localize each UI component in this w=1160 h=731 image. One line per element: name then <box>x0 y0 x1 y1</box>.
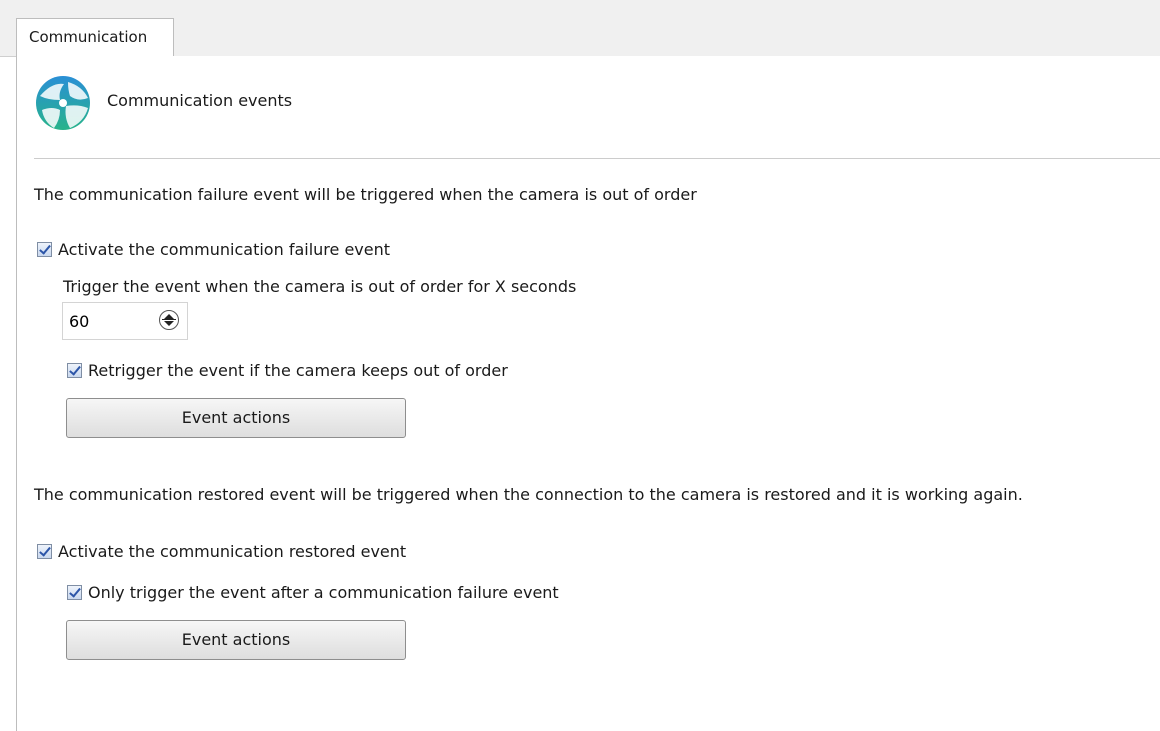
activate-restored-label: Activate the communication restored even… <box>58 542 407 561</box>
activate-restored-checkbox[interactable]: Activate the communication restored even… <box>37 542 406 561</box>
activate-failure-checkbox[interactable]: Activate the communication failure event <box>37 240 390 259</box>
checkbox-checked-icon[interactable] <box>67 585 82 600</box>
only-after-failure-label: Only trigger the event after a communica… <box>88 583 559 602</box>
failure-description: The communication failure event will be … <box>34 185 697 204</box>
tab-bar: Communication <box>0 0 1160 57</box>
header-divider <box>34 158 1160 159</box>
tab-communication[interactable]: Communication <box>16 18 174 57</box>
communication-settings-window: Communication Communication events The c… <box>0 0 1160 731</box>
spin-arrows-icon[interactable] <box>159 310 179 330</box>
seconds-input[interactable] <box>69 312 149 331</box>
failure-event-actions-button[interactable]: Event actions <box>66 398 406 438</box>
arrow-down-icon[interactable] <box>164 321 174 326</box>
checkbox-checked-icon[interactable] <box>37 242 52 257</box>
checkbox-checked-icon[interactable] <box>67 363 82 378</box>
page-title: Communication events <box>107 91 293 110</box>
spin-divider <box>162 319 176 320</box>
seconds-stepper[interactable] <box>62 302 188 340</box>
only-after-failure-checkbox[interactable]: Only trigger the event after a communica… <box>67 583 559 602</box>
restored-event-actions-button[interactable]: Event actions <box>66 620 406 660</box>
retrigger-checkbox[interactable]: Retrigger the event if the camera keeps … <box>67 361 508 380</box>
activate-failure-label: Activate the communication failure event <box>58 240 391 259</box>
trigger-seconds-label: Trigger the event when the camera is out… <box>63 277 577 296</box>
restored-description: The communication restored event will be… <box>34 485 1023 504</box>
retrigger-label: Retrigger the event if the camera keeps … <box>88 361 508 380</box>
communication-globe-icon <box>36 76 90 130</box>
checkbox-checked-icon[interactable] <box>37 544 52 559</box>
